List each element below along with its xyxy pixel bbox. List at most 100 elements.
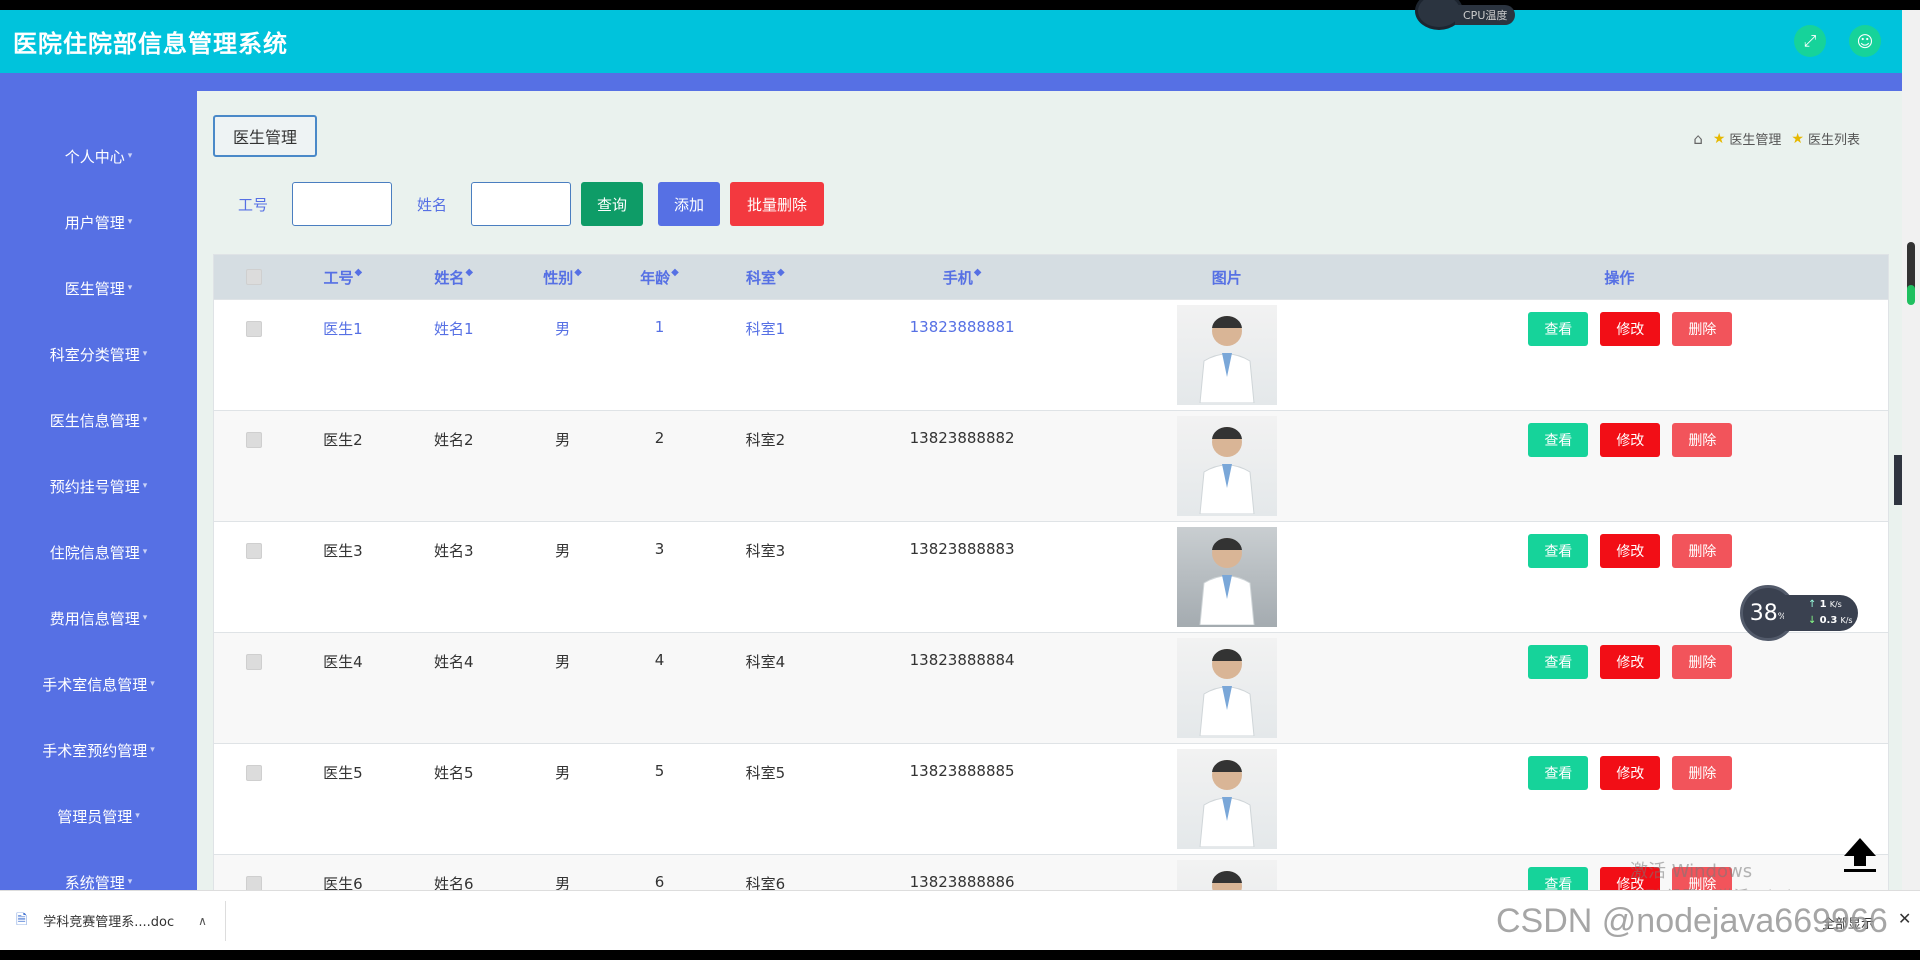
row-checkbox-cell (214, 522, 294, 559)
doctor-silhouette-icon (1199, 759, 1255, 847)
breadcrumb-item[interactable]: 医生管理 (1729, 129, 1781, 148)
delete-button[interactable]: 删除 (1672, 534, 1733, 568)
doctor-photo[interactable] (1176, 527, 1277, 627)
sort-icon: ◆ (973, 266, 982, 278)
row-checkbox[interactable] (245, 654, 262, 670)
table-row: 医生3 姓名3 男 3 科室3 13823888883 查看 修改 删除 (214, 521, 1888, 632)
row-checkbox[interactable] (245, 321, 262, 337)
cell-phone: 13823888884 (909, 651, 1015, 669)
view-button[interactable]: 查看 (1528, 645, 1589, 679)
cell-picture (1103, 300, 1351, 405)
sidebar-item[interactable]: 科室分类管理 ▾ (0, 321, 197, 387)
row-checkbox[interactable] (245, 543, 262, 559)
view-button[interactable]: 查看 (1528, 423, 1589, 457)
row-checkbox[interactable] (245, 765, 262, 781)
table-row: 医生4 姓名4 男 4 科室4 13823888884 查看 修改 删除 (214, 632, 1888, 743)
sidebar-item[interactable]: 用户管理 ▾ (0, 189, 197, 255)
cell-id: 医生6 (323, 875, 363, 893)
caret-down-icon: ▾ (127, 283, 133, 293)
cpu-temp-widget: CPU温度 (1415, 0, 1531, 30)
edit-button[interactable]: 修改 (1600, 645, 1661, 679)
sidebar-item[interactable]: 医生管理 ▾ (0, 255, 197, 321)
header-age[interactable]: 年龄 ◆ (610, 267, 710, 288)
cell-picture (1103, 411, 1351, 516)
sidebar-item-label: 手术室信息管理 (42, 675, 148, 694)
delete-button[interactable]: 删除 (1672, 756, 1733, 790)
cell-sex: 男 (555, 431, 571, 449)
select-all-checkbox[interactable] (245, 269, 262, 285)
back-to-top-icon[interactable] (1843, 838, 1877, 874)
header-name[interactable]: 姓名 ◆ (392, 267, 516, 288)
doctor-photo[interactable] (1176, 305, 1277, 405)
fullscreen-icon[interactable]: ⤢ (1794, 25, 1826, 57)
sidebar-item[interactable]: 个人中心 ▾ (0, 123, 197, 189)
download-file-name[interactable]: 学科竞赛管理系....doc (43, 911, 174, 930)
cell-age: 3 (654, 540, 665, 558)
doctor-photo[interactable] (1176, 416, 1277, 516)
edit-button[interactable]: 修改 (1600, 756, 1661, 790)
doctor-photo[interactable] (1176, 638, 1277, 738)
chevron-up-icon[interactable]: ∧ (198, 914, 207, 928)
delete-button[interactable]: 删除 (1672, 645, 1733, 679)
row-checkbox[interactable] (245, 432, 262, 448)
cell-sex: 男 (555, 542, 571, 560)
star-icon: ★ (1712, 130, 1726, 147)
csdn-watermark: CSDN @nodejava669966 (1496, 902, 1888, 940)
view-button[interactable]: 查看 (1528, 312, 1589, 346)
close-icon[interactable]: ✕ (1898, 909, 1911, 928)
edit-button[interactable]: 修改 (1600, 312, 1661, 346)
cell-name: 姓名2 (433, 431, 474, 449)
cell-ops: 查看 修改 删除 (1351, 300, 1888, 346)
sort-icon: ◆ (354, 266, 363, 278)
doctor-photo[interactable] (1176, 749, 1277, 849)
id-input[interactable] (292, 182, 393, 226)
delete-button[interactable]: 删除 (1672, 312, 1733, 346)
user-icon[interactable]: ☺ (1849, 25, 1881, 57)
cell-id: 医生5 (323, 764, 363, 782)
header-picture: 图片 (1211, 268, 1242, 287)
sidebar-item[interactable]: 手术室信息管理 ▾ (0, 651, 197, 717)
sort-icon: ◆ (671, 266, 679, 278)
header-dept[interactable]: 科室 ◆ (709, 267, 821, 288)
cell-dept: 科室6 (745, 875, 786, 893)
page-scrollbar[interactable] (1902, 10, 1920, 890)
home-icon[interactable]: ⌂ (1693, 130, 1703, 148)
sidebar-item[interactable]: 费用信息管理 ▾ (0, 585, 197, 651)
header-id[interactable]: 工号 ◆ (294, 267, 392, 288)
caret-down-icon: ▾ (127, 877, 133, 887)
header-phone[interactable]: 手机 ◆ (821, 267, 1103, 288)
app-title: 医院住院部信息管理系统 (13, 30, 288, 58)
caret-down-icon: ▾ (142, 613, 148, 623)
edit-button[interactable]: 修改 (1600, 534, 1661, 568)
sidebar-item-label: 预约挂号管理 (49, 477, 140, 496)
doctor-silhouette-icon (1199, 315, 1255, 403)
sidebar-item[interactable]: 管理员管理 ▾ (0, 783, 197, 849)
header-ops: 操作 (1604, 268, 1635, 287)
add-button[interactable]: 添加 (658, 182, 721, 226)
sidebar: 个人中心 ▾ 用户管理 ▾ 医生管理 ▾ 科室分类管理 ▾ 医生信息管理 ▾ 预约挂号管理 ▾ 住院信息… (0, 91, 197, 900)
sidebar-item[interactable]: 医生信息管理 ▾ (0, 387, 197, 453)
row-checkbox-cell (214, 300, 294, 337)
caret-down-icon: ▾ (142, 547, 148, 557)
delete-button[interactable]: 删除 (1672, 423, 1733, 457)
view-button[interactable]: 查看 (1528, 756, 1589, 790)
network-speed-widget: 38% ↑ 1 K/s ↓ 0.3 K/s (1740, 585, 1858, 641)
caret-down-icon: ▾ (142, 349, 148, 359)
cell-phone: 13823888886 (909, 873, 1015, 891)
header-sex[interactable]: 性别 ◆ (516, 267, 610, 288)
cell-sex: 男 (555, 653, 571, 671)
edit-button[interactable]: 修改 (1600, 423, 1661, 457)
sidebar-item[interactable]: 预约挂号管理 ▾ (0, 453, 197, 519)
batch-delete-button[interactable]: 批量删除 (730, 182, 825, 226)
sidebar-item-label: 医生信息管理 (49, 411, 140, 430)
cell-sex: 男 (555, 764, 571, 782)
sidebar-item[interactable]: 住院信息管理 ▾ (0, 519, 197, 585)
name-input[interactable] (471, 182, 572, 226)
cell-age: 1 (654, 318, 665, 336)
cell-sex: 男 (555, 875, 571, 893)
sort-icon: ◆ (465, 266, 474, 278)
query-button[interactable]: 查询 (581, 182, 644, 226)
sidebar-item[interactable]: 手术室预约管理 ▾ (0, 717, 197, 783)
name-label: 姓名 (417, 195, 448, 214)
view-button[interactable]: 查看 (1528, 534, 1589, 568)
